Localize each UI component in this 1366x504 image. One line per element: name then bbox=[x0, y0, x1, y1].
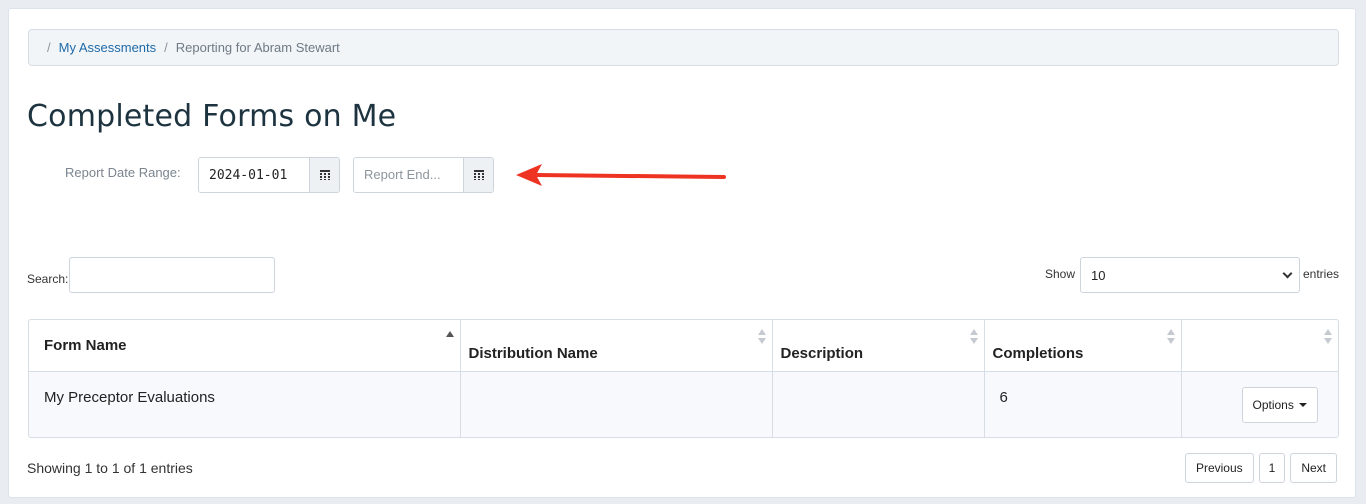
date-range-label: Report Date Range: bbox=[65, 165, 181, 180]
column-header-label: Distribution Name bbox=[468, 344, 598, 362]
table-info: Showing 1 to 1 of 1 entries bbox=[27, 460, 193, 476]
options-button[interactable]: Options bbox=[1241, 386, 1318, 423]
sort-icon bbox=[969, 329, 978, 345]
page-title: Completed Forms on Me bbox=[27, 99, 397, 134]
cell-distribution-name bbox=[460, 371, 773, 437]
start-date-group bbox=[198, 157, 340, 193]
end-date-input[interactable] bbox=[354, 158, 463, 192]
column-header-completions[interactable]: Completions bbox=[984, 320, 1182, 372]
cell-completions: 6 bbox=[984, 371, 1182, 437]
breadcrumb: / My Assessments / Reporting for Abram S… bbox=[28, 29, 1339, 66]
column-header-form-name[interactable]: Form Name bbox=[29, 320, 461, 372]
table-row: My Preceptor Evaluations 6 Options bbox=[29, 371, 1338, 437]
entries-per-page-select[interactable]: 10 bbox=[1080, 257, 1300, 293]
previous-page-button[interactable]: Previous bbox=[1184, 453, 1254, 483]
chevron-down-icon bbox=[1282, 268, 1293, 278]
sort-ascending-icon bbox=[445, 329, 454, 345]
column-header-label: Description bbox=[780, 344, 864, 362]
end-date-calendar-button[interactable] bbox=[463, 158, 493, 192]
calendar-icon bbox=[319, 170, 330, 180]
entries-label: entries bbox=[1303, 267, 1340, 281]
breadcrumb-separator: / bbox=[47, 40, 51, 55]
search-input[interactable] bbox=[69, 257, 275, 293]
next-page-button[interactable]: Next bbox=[1290, 453, 1337, 483]
red-annotation-arrow bbox=[516, 164, 726, 186]
search-label: Search: bbox=[27, 272, 69, 286]
column-header-actions[interactable] bbox=[1181, 320, 1338, 372]
column-header-label: Form Name bbox=[44, 336, 127, 354]
sort-icon bbox=[757, 329, 766, 345]
caret-down-icon bbox=[1298, 402, 1307, 407]
pagination: Previous 1 Next bbox=[1184, 453, 1337, 483]
breadcrumb-link-my-assessments[interactable]: My Assessments bbox=[59, 40, 157, 55]
sort-icon bbox=[1324, 329, 1332, 345]
end-date-group bbox=[353, 157, 494, 193]
cell-form-name: My Preceptor Evaluations bbox=[29, 371, 461, 437]
breadcrumb-current: Reporting for Abram Stewart bbox=[175, 40, 340, 55]
column-header-description[interactable]: Description bbox=[772, 320, 985, 372]
start-date-input[interactable] bbox=[199, 158, 309, 192]
entries-per-page-value: 10 bbox=[1091, 267, 1106, 283]
show-label: Show bbox=[1045, 267, 1076, 281]
column-header-label: Completions bbox=[992, 344, 1084, 362]
cell-actions: Options bbox=[1181, 371, 1338, 437]
main-panel: / My Assessments / Reporting for Abram S… bbox=[8, 8, 1356, 498]
cell-description bbox=[772, 371, 985, 437]
page-1-button[interactable]: 1 bbox=[1258, 453, 1286, 483]
options-label: Options bbox=[1252, 397, 1294, 412]
breadcrumb-separator: / bbox=[164, 40, 168, 55]
forms-table: Form Name Distribution Name Description … bbox=[28, 319, 1339, 438]
column-header-distribution-name[interactable]: Distribution Name bbox=[460, 320, 773, 372]
calendar-icon bbox=[473, 170, 484, 180]
sort-icon bbox=[1166, 329, 1175, 345]
start-date-calendar-button[interactable] bbox=[309, 158, 339, 192]
